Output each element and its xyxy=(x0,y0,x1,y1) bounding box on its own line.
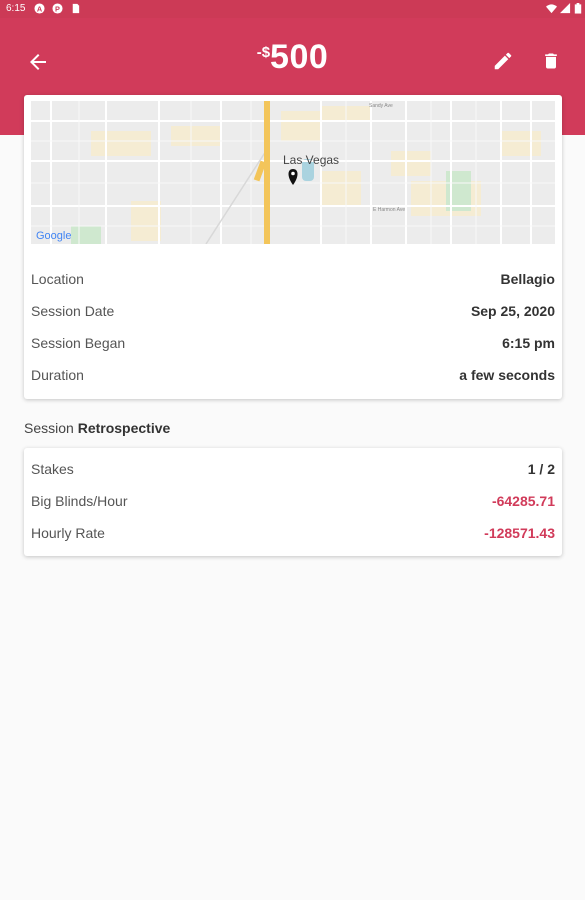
map-street-label: Sandy Ave xyxy=(369,103,393,109)
detail-value: Bellagio xyxy=(500,271,555,287)
detail-row-duration: Duration a few seconds xyxy=(31,359,555,391)
location-map[interactable]: Sandy Ave E Harmon Ave Las Vegas Google xyxy=(31,101,555,244)
section-title-prefix: Session xyxy=(24,420,74,436)
retrospective-card: Stakes 1 / 2 Big Blinds/Hour -64285.71 H… xyxy=(24,448,562,556)
map-graphic: Sandy Ave E Harmon Ave Las Vegas Google xyxy=(31,101,555,244)
detail-label: Location xyxy=(31,271,84,287)
detail-label: Session Began xyxy=(31,335,126,351)
status-time: 6:15 xyxy=(6,3,26,14)
amount-sign: -$ xyxy=(256,44,271,61)
a-icon: A xyxy=(34,3,45,14)
detail-value: a few seconds xyxy=(459,367,555,383)
retro-label: Hourly Rate xyxy=(31,525,105,541)
retro-row-stakes: Stakes 1 / 2 xyxy=(31,453,555,485)
retro-row-hourly-rate: Hourly Rate -128571.43 xyxy=(31,517,555,549)
section-title-bold: Retrospective xyxy=(77,420,171,436)
detail-value: 6:15 pm xyxy=(502,335,555,351)
retro-value: 1 / 2 xyxy=(527,461,555,477)
retro-label: Stakes xyxy=(31,461,74,477)
session-details-card: Sandy Ave E Harmon Ave Las Vegas Google … xyxy=(24,95,562,399)
retro-label: Big Blinds/Hour xyxy=(31,493,128,509)
detail-row-session-began: Session Began 6:15 pm xyxy=(31,327,555,359)
detail-row-session-date: Session Date Sep 25, 2020 xyxy=(31,295,555,327)
amount-value: 500 xyxy=(270,38,329,76)
map-street-label: E Harmon Ave xyxy=(373,207,405,213)
sim-icon xyxy=(72,3,80,14)
edit-pencil-icon[interactable] xyxy=(492,50,514,72)
section-title-retrospective: Session Retrospective xyxy=(24,420,170,436)
detail-value: Sep 25, 2020 xyxy=(470,303,555,319)
status-bar: 6:15 A P xyxy=(0,0,585,18)
p-icon: P xyxy=(52,3,63,14)
detail-label: Session Date xyxy=(31,303,115,319)
map-city-label: Las Vegas xyxy=(283,153,339,167)
google-attribution: Google xyxy=(36,230,71,242)
battery-icon xyxy=(574,3,582,14)
retro-row-big-blinds-hour: Big Blinds/Hour -64285.71 xyxy=(31,485,555,517)
signal-icon xyxy=(560,3,571,14)
wifi-icon xyxy=(546,4,557,14)
detail-label: Duration xyxy=(31,367,84,383)
delete-trash-icon[interactable] xyxy=(541,50,561,72)
retro-value: -128571.43 xyxy=(484,525,555,541)
detail-row-location: Location Bellagio xyxy=(31,263,555,295)
svg-text:P: P xyxy=(55,4,60,13)
retro-value: -64285.71 xyxy=(491,493,555,509)
svg-text:A: A xyxy=(37,4,43,13)
